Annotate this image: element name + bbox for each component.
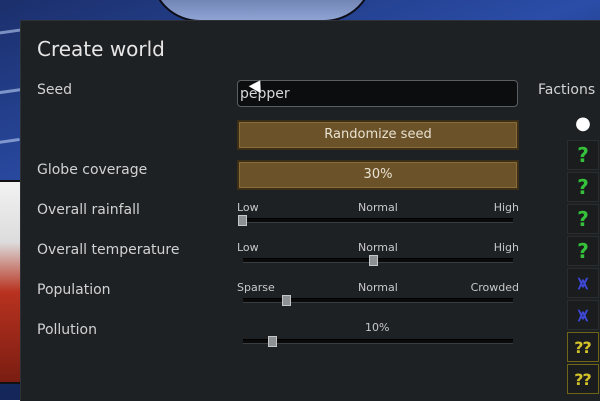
seed-input[interactable] xyxy=(237,80,518,107)
background-streak xyxy=(0,137,21,146)
randomize-seed-button[interactable]: Randomize seed xyxy=(237,120,519,150)
population-scale-crowded: Crowded xyxy=(470,281,519,294)
temperature-scale-high: High xyxy=(493,241,519,254)
rainfall-slider-track[interactable] xyxy=(243,218,513,223)
seed-label: Seed xyxy=(37,82,72,98)
temperature-slider-track[interactable] xyxy=(243,258,513,263)
temperature-scale-low: Low xyxy=(237,241,259,254)
temperature-label: Overall temperature xyxy=(37,242,180,258)
rainfall-scale-high: High xyxy=(493,201,519,214)
mechanoid-faction-icon[interactable]: ⩙ xyxy=(567,300,599,330)
rainfall-slider-thumb[interactable] xyxy=(238,215,247,226)
random-faction-icon[interactable]: ? xyxy=(567,204,599,234)
globe-coverage-button[interactable]: 30% xyxy=(237,160,519,190)
temperature-scale-normal: Normal xyxy=(358,241,398,254)
rainfall-scale-low: Low xyxy=(237,201,259,214)
mechanoid-faction-icon[interactable]: ⩙ xyxy=(567,268,599,298)
population-scale-sparse: Sparse xyxy=(237,281,275,294)
random-faction-icon[interactable]: ? xyxy=(567,140,599,170)
rainfall-label: Overall rainfall xyxy=(37,202,140,218)
globe-coverage-label: Globe coverage xyxy=(37,162,148,178)
random-faction-icon[interactable]: ? xyxy=(567,236,599,266)
pollution-value: 10% xyxy=(365,321,390,334)
temperature-slider-thumb[interactable] xyxy=(368,255,378,266)
population-slider-thumb[interactable] xyxy=(282,295,292,306)
random-faction-icon[interactable]: ? xyxy=(567,172,599,202)
player-faction-icon[interactable]: ● xyxy=(567,108,599,138)
create-world-dialog: Create world Seed Randomize seed Globe c… xyxy=(20,20,600,401)
pollution-slider-thumb[interactable] xyxy=(268,336,278,347)
pollution-label: Pollution xyxy=(37,322,97,338)
unknown-faction-icon[interactable]: ⁇ xyxy=(567,364,599,394)
rainfall-scale-normal: Normal xyxy=(358,201,398,214)
factions-title: Factions xyxy=(538,82,596,98)
unknown-faction-icon[interactable]: ⁇ xyxy=(567,332,599,362)
population-label: Population xyxy=(37,282,111,298)
population-scale-normal: Normal xyxy=(358,281,398,294)
dialog-title: Create world xyxy=(37,37,165,61)
pollution-slider-track[interactable] xyxy=(243,339,513,344)
background-character-head xyxy=(150,0,374,22)
